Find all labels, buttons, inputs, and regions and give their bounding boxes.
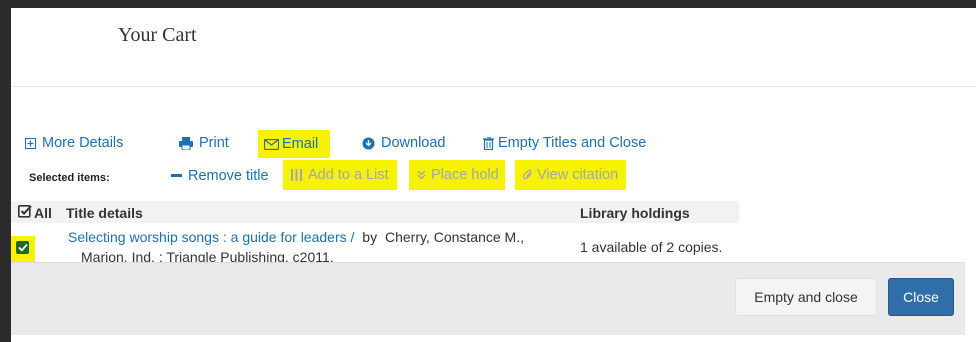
print-button[interactable]: Print bbox=[179, 132, 229, 154]
email-button[interactable]: Email bbox=[258, 130, 330, 158]
selected-items-toolbar: Selected items: Remove title Add to a Li… bbox=[11, 160, 976, 193]
minus-icon bbox=[171, 174, 182, 178]
download-button[interactable]: Download bbox=[362, 132, 446, 154]
email-label: Email bbox=[282, 136, 319, 152]
empty-titles-label: Empty Titles and Close bbox=[498, 135, 647, 151]
selected-items-label: Selected items: bbox=[29, 172, 110, 184]
add-to-list-label: Add to a List bbox=[308, 167, 389, 183]
dialog-footer: Empty and close Close bbox=[11, 262, 965, 335]
print-label: Print bbox=[199, 135, 229, 151]
remove-title-label: Remove title bbox=[188, 168, 269, 184]
cart-toolbar: More Details Print Email Download Empty bbox=[11, 130, 976, 158]
download-circle-icon bbox=[362, 137, 375, 150]
trash-icon bbox=[483, 136, 494, 150]
item-by: by bbox=[362, 229, 378, 245]
item-title-line: Selecting worship songs : a guide for le… bbox=[68, 229, 524, 245]
table-header: All Title details Library holdings bbox=[11, 201, 739, 223]
print-icon bbox=[179, 136, 193, 150]
list-bars-icon bbox=[291, 169, 302, 181]
empty-titles-close-button[interactable]: Empty Titles and Close bbox=[483, 132, 646, 154]
col-title-details: Title details bbox=[66, 205, 143, 221]
select-all-checkbox[interactable] bbox=[18, 204, 32, 221]
add-to-list-button[interactable]: Add to a List bbox=[283, 160, 397, 190]
more-details-button[interactable]: More Details bbox=[25, 132, 123, 154]
row-checkbox[interactable] bbox=[16, 241, 29, 254]
view-citation-button[interactable]: View citation bbox=[515, 160, 627, 190]
close-button[interactable]: Close bbox=[888, 278, 954, 316]
check-icon bbox=[17, 243, 28, 252]
envelope-icon bbox=[264, 138, 279, 150]
item-title-link[interactable]: Selecting worship songs : a guide for le… bbox=[68, 229, 354, 245]
expand-square-icon bbox=[25, 137, 36, 149]
more-details-label: More Details bbox=[42, 135, 124, 151]
download-label: Download bbox=[381, 135, 446, 151]
place-hold-button[interactable]: Place hold bbox=[409, 160, 505, 190]
paperclip-icon bbox=[523, 169, 533, 181]
empty-and-close-button[interactable]: Empty and close bbox=[735, 278, 877, 316]
item-holdings: 1 available of 2 copies. bbox=[580, 239, 723, 255]
check-square-icon bbox=[18, 204, 32, 218]
place-hold-label: Place hold bbox=[431, 167, 499, 183]
page-title: Your Cart bbox=[118, 24, 197, 46]
col-library-holdings: Library holdings bbox=[580, 205, 690, 221]
view-citation-label: View citation bbox=[537, 167, 619, 183]
remove-title-button[interactable]: Remove title bbox=[171, 165, 269, 187]
select-all-label: All bbox=[34, 205, 52, 221]
item-author-link[interactable]: Cherry, Constance M., bbox=[385, 229, 524, 245]
chevrons-down-icon bbox=[417, 170, 426, 180]
dialog-header: Your Cart bbox=[11, 8, 976, 87]
